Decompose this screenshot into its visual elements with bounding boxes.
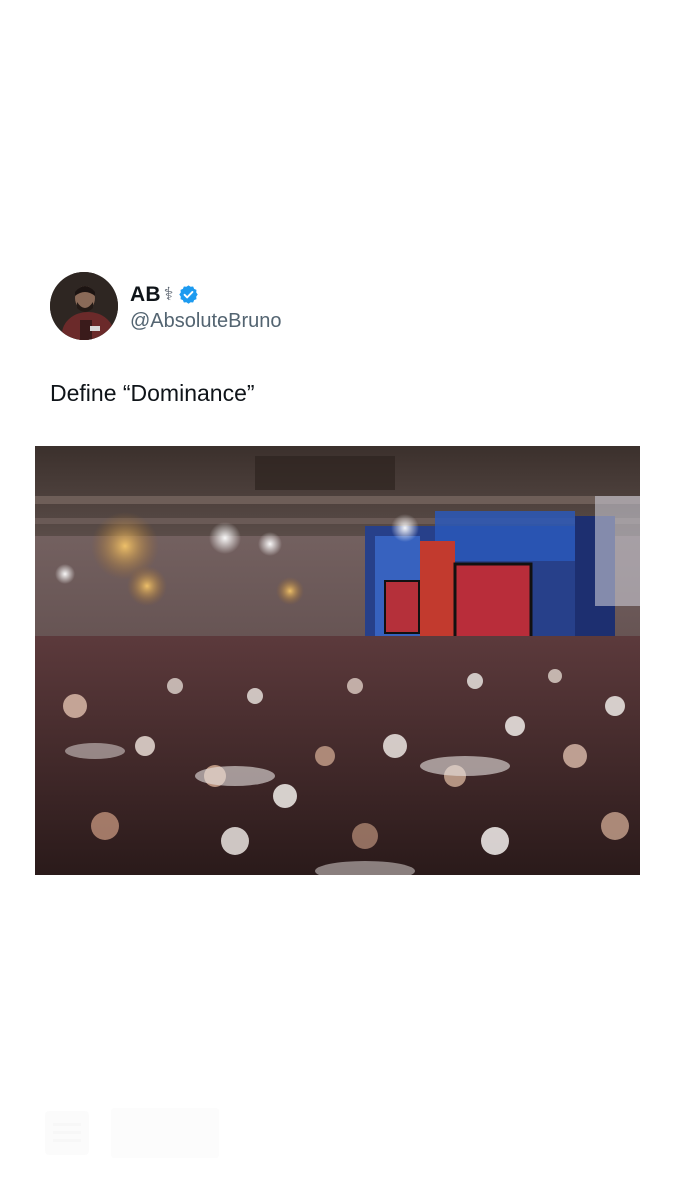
banquet-hall-image (35, 446, 640, 875)
tweet-text: Define “Dominance” (50, 380, 255, 406)
bottom-overlay (45, 1108, 219, 1158)
medical-emoji: ⚕ (163, 284, 174, 304)
avatar[interactable] (50, 272, 118, 340)
display-name[interactable]: AB (130, 283, 161, 307)
name-row: AB ⚕ (130, 280, 282, 310)
avatar-photo (50, 272, 118, 340)
author-names: AB ⚕ @AbsoluteBruno (130, 280, 282, 333)
menu-lines-icon (45, 1111, 89, 1155)
tweet-media-photo[interactable] (35, 446, 640, 875)
verified-badge-icon (178, 284, 199, 305)
handle[interactable]: @AbsoluteBruno (130, 310, 282, 333)
faded-placeholder (111, 1108, 219, 1158)
tweet-header: AB ⚕ @AbsoluteBruno (50, 272, 282, 340)
